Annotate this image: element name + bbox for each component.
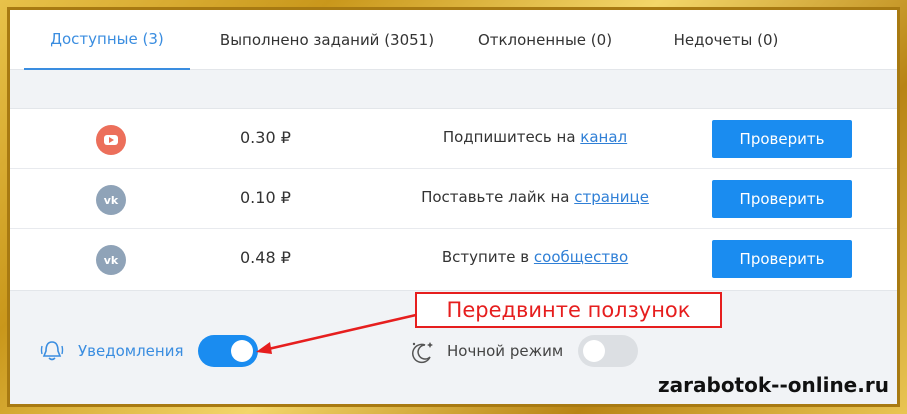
- tab-completed[interactable]: Выполнено заданий (3051): [206, 10, 448, 70]
- tab-rejected[interactable]: Отклоненные (0): [465, 10, 625, 70]
- notifications-label: Уведомления: [78, 342, 184, 360]
- task-text: Поставьте лайк на: [421, 188, 575, 206]
- task-description: Поставьте лайк на странице: [370, 188, 700, 206]
- task-text: Подпишитесь на: [442, 128, 581, 146]
- annotation-arrow: [256, 313, 417, 354]
- task-text: Вступите в: [441, 248, 534, 266]
- spacer: [10, 70, 897, 109]
- task-row: vk 0.48 ₽ Вступите в сообщество Проверит…: [10, 229, 897, 289]
- youtube-icon: [96, 125, 126, 155]
- tab-shortcomings[interactable]: Недочеты (0): [655, 10, 797, 70]
- task-row: vk 0.10 ₽ Поставьте лайк на странице Про…: [10, 169, 897, 229]
- task-description: Подпишитесь на канал: [370, 128, 700, 146]
- task-price: 0.10 ₽: [240, 188, 291, 207]
- task-link[interactable]: канал: [580, 128, 627, 146]
- app-window: Доступные (3) Выполнено заданий (3051) О…: [7, 7, 900, 407]
- settings-bar: Уведомления Ночной режим Передвинте полз…: [10, 292, 897, 404]
- task-row: 0.30 ₽ Подпишитесь на канал Проверить: [10, 109, 897, 169]
- watermark: zarabotok--online.ru: [658, 373, 889, 397]
- notifications-toggle[interactable]: [198, 335, 258, 367]
- check-button[interactable]: Проверить: [712, 120, 852, 158]
- annotation-callout: Передвинте ползунок: [415, 292, 722, 328]
- night-mode-toggle[interactable]: [578, 335, 638, 367]
- task-link[interactable]: сообщество: [534, 248, 628, 266]
- toggle-knob: [583, 340, 605, 362]
- task-link[interactable]: странице: [574, 188, 649, 206]
- task-price: 0.30 ₽: [240, 128, 291, 147]
- check-button[interactable]: Проверить: [712, 180, 852, 218]
- vk-icon: vk: [96, 245, 126, 275]
- bell-icon: [40, 341, 64, 361]
- task-list: 0.30 ₽ Подпишитесь на канал Проверить vk…: [10, 108, 897, 291]
- tab-available[interactable]: Доступные (3): [24, 10, 190, 70]
- task-tabs: Доступные (3) Выполнено заданий (3051) О…: [10, 10, 897, 70]
- task-price: 0.48 ₽: [240, 248, 291, 267]
- vk-icon: vk: [96, 185, 126, 215]
- night-mode-label: Ночной режим: [447, 342, 564, 360]
- task-description: Вступите в сообщество: [370, 248, 700, 266]
- check-button[interactable]: Проверить: [712, 240, 852, 278]
